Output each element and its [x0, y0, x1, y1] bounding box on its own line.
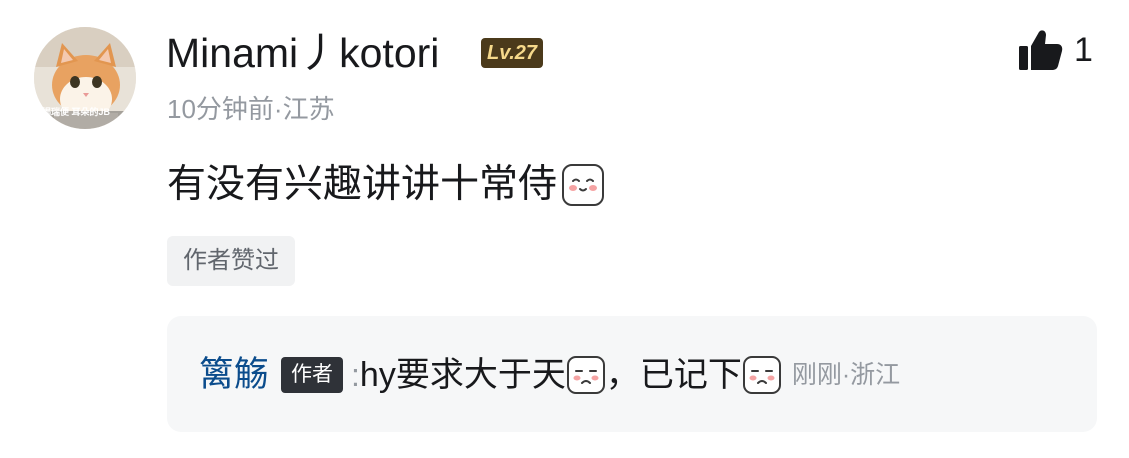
level-badge: Lv.27: [481, 38, 544, 68]
comment-item: 揭瑞便 耳朵的JB Minami丿kotori Lv.27 10分钟前·江苏 1…: [0, 0, 1129, 458]
comment-meta: 10分钟前·江苏: [167, 94, 335, 124]
cry-face-emoji: [566, 356, 605, 394]
reply-username[interactable]: 篱觞: [199, 350, 269, 400]
avatar-caption: 揭瑞便 耳朵的JB: [42, 107, 111, 117]
avatar[interactable]: 揭瑞便 耳朵的JB: [34, 27, 136, 129]
author-liked-tag: 作者赞过: [167, 236, 295, 286]
like-count: 1: [1074, 31, 1093, 69]
comment-content: 有没有兴趣讲讲十常侍: [167, 160, 605, 210]
comment-text: 有没有兴趣讲讲十常侍: [167, 163, 558, 206]
reply-box[interactable]: 篱觞 作者 : hy要求大于天 ，已记下 刚刚·浙江: [167, 316, 1097, 432]
thumbs-up-icon[interactable]: [1017, 28, 1063, 74]
reply-text-part2: ，已记下: [605, 356, 742, 394]
author-tag: 作者: [281, 357, 344, 393]
cry-face-emoji: [742, 356, 781, 394]
reply-item: 篱觞 作者 : hy要求大于天 ，已记下 刚刚·浙江: [199, 350, 900, 400]
blush-face-emoji: [562, 164, 605, 206]
reply-colon: :: [351, 357, 360, 393]
reply-meta: 刚刚·浙江: [791, 361, 901, 389]
comment-username[interactable]: Minami丿kotori: [166, 28, 439, 78]
reply-text-part1: hy要求大于天: [359, 356, 566, 394]
